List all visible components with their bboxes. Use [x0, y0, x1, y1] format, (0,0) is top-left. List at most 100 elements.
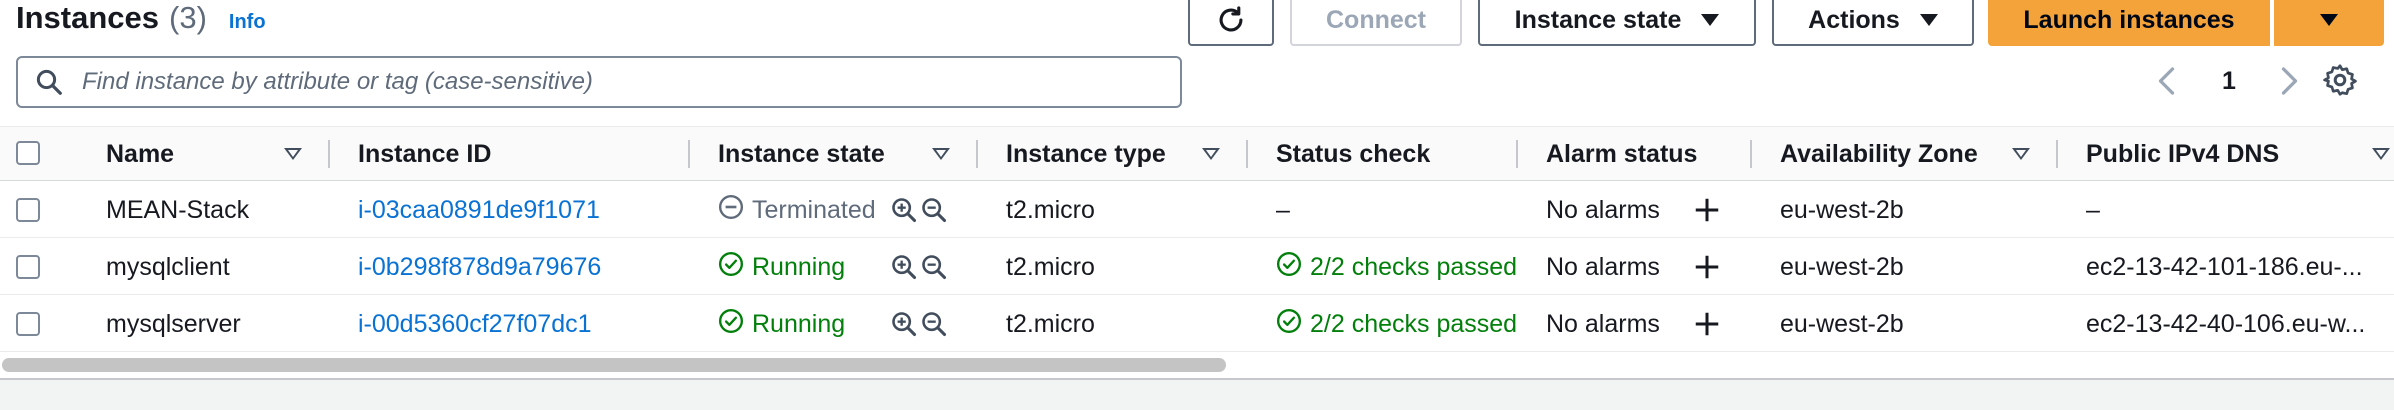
- zoom-in-icon[interactable]: [890, 196, 918, 224]
- sort-caret-icon[interactable]: [284, 148, 302, 160]
- instance-name: mysqlclient: [106, 252, 230, 281]
- column-divider[interactable]: [2056, 140, 2058, 168]
- refresh-icon: [1219, 6, 1243, 32]
- column-divider[interactable]: [976, 140, 978, 168]
- connect-label: Connect: [1326, 5, 1426, 34]
- instance-type: t2.micro: [1006, 195, 1095, 224]
- instance-name: MEAN-Stack: [106, 195, 250, 224]
- column-divider[interactable]: [1516, 140, 1518, 168]
- connect-button[interactable]: Connect: [1290, 0, 1462, 46]
- sort-caret-icon[interactable]: [932, 148, 950, 160]
- zoom-controls: [890, 239, 948, 295]
- instance-id-link[interactable]: i-03caa0891de9f1071: [358, 182, 678, 238]
- status-check-text: 2/2 checks passed: [1310, 309, 1518, 338]
- page-footer-area: [0, 380, 2394, 410]
- column-divider[interactable]: [328, 140, 330, 168]
- alarm-status: No alarms: [1546, 309, 1660, 338]
- instance-id-link[interactable]: i-00d5360cf27f07dc1: [358, 296, 678, 352]
- table-row[interactable]: mysqlclient i-0b298f878d9a79676 Running …: [0, 239, 2394, 295]
- launch-instances-button[interactable]: Launch instances: [1988, 0, 2270, 46]
- column-header-alarm-status[interactable]: Alarm status: [1546, 127, 1697, 181]
- alarm-status: No alarms: [1546, 252, 1660, 281]
- column-divider[interactable]: [1750, 140, 1752, 168]
- instance-id-link[interactable]: i-0b298f878d9a79676: [358, 239, 678, 295]
- search-placeholder: Find instance by attribute or tag (case-…: [82, 68, 593, 95]
- table-row[interactable]: MEAN-Stack i-03caa0891de9f1071 Terminate…: [0, 182, 2394, 238]
- instance-state: Terminated: [718, 182, 898, 238]
- status-check-circle-icon: [1276, 308, 1302, 341]
- add-alarm-button[interactable]: [1692, 182, 1722, 238]
- caret-down-icon: [1919, 14, 1938, 26]
- caret-down-icon: [2320, 14, 2338, 26]
- sort-caret-icon[interactable]: [2012, 148, 2030, 160]
- zoom-out-icon[interactable]: [920, 253, 948, 281]
- status-check[interactable]: 2/2 checks passed: [1276, 296, 1518, 352]
- column-header-status-check[interactable]: Status check: [1276, 127, 1430, 181]
- column-header-instance-type[interactable]: Instance type: [1006, 127, 1166, 181]
- pagination: 1: [2150, 58, 2306, 104]
- select-all-checkbox[interactable]: [16, 141, 40, 165]
- status-stopped-circle-icon: [718, 194, 744, 227]
- availability-zone: eu-west-2b: [1780, 309, 1904, 338]
- plus-icon: [1695, 255, 1719, 279]
- launch-options-dropdown[interactable]: [2274, 0, 2384, 46]
- availability-zone: eu-west-2b: [1780, 195, 1904, 224]
- instance-name: mysqlserver: [106, 309, 241, 338]
- table-row[interactable]: mysqlserver i-00d5360cf27f07dc1 Running …: [0, 296, 2394, 352]
- plus-icon: [1695, 312, 1719, 336]
- zoom-out-icon[interactable]: [920, 310, 948, 338]
- zoom-controls: [890, 182, 948, 238]
- instance-state-text: Running: [752, 252, 846, 281]
- add-alarm-button[interactable]: [1692, 239, 1722, 295]
- column-header-instance-state[interactable]: Instance state: [718, 127, 885, 181]
- plus-icon: [1695, 198, 1719, 222]
- sort-caret-icon[interactable]: [1202, 148, 1220, 160]
- status-check-text: –: [1276, 195, 1290, 224]
- public-ipv4-dns: ec2-13-42-101-186.eu-...: [2086, 252, 2363, 281]
- refresh-button[interactable]: [1188, 0, 1274, 46]
- status-check-circle-icon: [718, 308, 744, 341]
- search-input[interactable]: Find instance by attribute or tag (case-…: [16, 56, 1182, 108]
- column-header-instance-id[interactable]: Instance ID: [358, 127, 491, 181]
- search-icon: [36, 69, 62, 95]
- actions-label: Actions: [1808, 5, 1900, 34]
- column-header-public-ipv4-dns[interactable]: Public IPv4 DNS: [2086, 127, 2279, 181]
- actions-dropdown[interactable]: Actions: [1772, 0, 1974, 46]
- status-check[interactable]: –: [1276, 182, 1518, 238]
- availability-zone: eu-west-2b: [1780, 252, 1904, 281]
- row-checkbox[interactable]: [16, 182, 40, 238]
- zoom-controls: [890, 296, 948, 352]
- instance-state-label: Instance state: [1514, 5, 1682, 34]
- column-divider[interactable]: [1246, 140, 1248, 168]
- row-checkbox[interactable]: [16, 239, 40, 295]
- add-alarm-button[interactable]: [1692, 296, 1722, 352]
- info-link[interactable]: Info: [229, 11, 266, 34]
- settings-button[interactable]: [2322, 62, 2358, 103]
- chevron-left-icon[interactable]: [2150, 63, 2186, 99]
- instance-type: t2.micro: [1006, 252, 1095, 281]
- instance-state: Running: [718, 239, 898, 295]
- status-check-circle-icon: [718, 251, 744, 284]
- scrollbar-thumb[interactable]: [2, 358, 1226, 372]
- column-header-name[interactable]: Name: [106, 127, 174, 181]
- row-checkbox[interactable]: [16, 296, 40, 352]
- zoom-in-icon[interactable]: [890, 253, 918, 281]
- alarm-status: No alarms: [1546, 195, 1660, 224]
- instance-state-text: Terminated: [752, 195, 876, 224]
- zoom-in-icon[interactable]: [890, 310, 918, 338]
- gear-icon: [2323, 64, 2357, 96]
- caret-down-icon: [1701, 14, 1720, 26]
- page-header: Instances (3) Info: [16, 0, 266, 44]
- column-header-availability-zone[interactable]: Availability Zone: [1780, 127, 1978, 181]
- launch-instances-label: Launch instances: [2023, 5, 2235, 34]
- chevron-right-icon[interactable]: [2270, 63, 2306, 99]
- sort-caret-icon[interactable]: [2372, 148, 2390, 160]
- status-check-circle-icon: [1276, 251, 1302, 284]
- instance-state-dropdown[interactable]: Instance state: [1478, 0, 1756, 46]
- status-check[interactable]: 2/2 checks passed: [1276, 239, 1518, 295]
- zoom-out-icon[interactable]: [920, 196, 948, 224]
- column-divider[interactable]: [688, 140, 690, 168]
- instance-type: t2.micro: [1006, 309, 1095, 338]
- instance-count: (3): [169, 0, 207, 35]
- current-page[interactable]: 1: [2222, 67, 2236, 96]
